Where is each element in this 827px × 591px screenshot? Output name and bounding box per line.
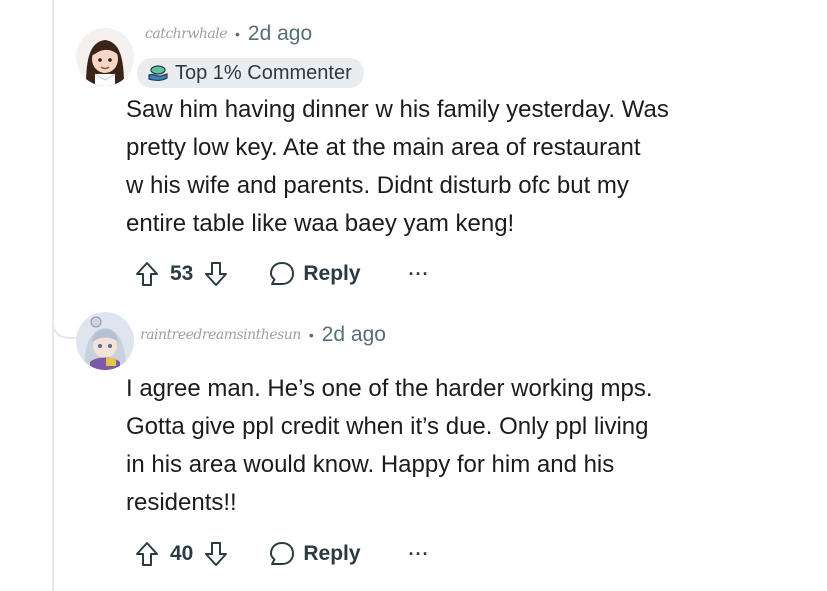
speech-bubble-icon	[270, 262, 295, 285]
reply-label: Reply	[303, 542, 361, 565]
comment-line: residents!!	[126, 489, 237, 516]
comment-age: 2d ago	[321, 323, 386, 346]
downvote-button[interactable]	[201, 259, 231, 289]
comment-line: in his area would know. Happy for him an…	[126, 451, 615, 478]
vote-score: 40	[170, 542, 194, 565]
comment-actions: 40 Reply ···	[132, 534, 430, 574]
comment-line: Saw him having dinner w his family yeste…	[126, 96, 669, 123]
separator-dot: •	[308, 327, 314, 343]
comment-body: I agree man. He’s one of the harder work…	[126, 370, 766, 522]
comment-line: I agree man. He’s one of the harder work…	[126, 375, 653, 402]
avatar-anime-icon	[76, 312, 134, 370]
speech-bubble-icon	[270, 542, 295, 565]
downvote-arrow-icon	[205, 262, 228, 286]
comment-line: entire table like waa baey yam keng!	[126, 210, 515, 237]
comment-meta: catchrwhale • 2d ago	[145, 22, 312, 46]
flair-label: Top 1% Commenter	[175, 61, 352, 84]
upvote-button[interactable]	[132, 259, 162, 289]
upvote-button[interactable]	[132, 539, 162, 569]
avatar[interactable]	[76, 28, 134, 86]
user-flair: Top 1% Commenter	[137, 58, 364, 88]
more-options-button[interactable]: ···	[409, 544, 430, 565]
avatar[interactable]	[76, 312, 134, 370]
comment-line: w his wife and parents. Didnt disturb of…	[126, 172, 629, 199]
reply-label: Reply	[303, 262, 361, 285]
downvote-button[interactable]	[201, 539, 231, 569]
comment-line: Gotta give ppl credit when it’s due. Onl…	[126, 413, 649, 440]
upvote-arrow-icon	[136, 262, 158, 286]
avatar-girl-icon	[76, 28, 134, 86]
comment-meta: raintreedreamsinthesun • 2d ago	[140, 323, 386, 347]
separator-dot: •	[234, 26, 240, 42]
downvote-arrow-icon	[205, 542, 228, 566]
upvote-arrow-icon	[136, 542, 158, 566]
reply-button[interactable]: Reply	[269, 261, 361, 287]
thread-line	[52, 0, 54, 591]
comment-body: Saw him having dinner w his family yeste…	[126, 91, 766, 243]
comment-line: pretty low key. Ate at the main area of …	[126, 134, 641, 161]
vote-score: 53	[170, 262, 194, 285]
more-options-button[interactable]: ···	[409, 264, 430, 285]
reply-button[interactable]: Reply	[269, 541, 361, 567]
username[interactable]: raintreedreamsinthesun	[140, 327, 301, 343]
hand-coin-icon	[148, 65, 168, 81]
comment-age: 2d ago	[247, 22, 313, 45]
thread-connector	[52, 305, 78, 339]
comment-actions: 53 Reply ···	[132, 254, 430, 294]
username[interactable]: catchrwhale	[145, 26, 227, 42]
